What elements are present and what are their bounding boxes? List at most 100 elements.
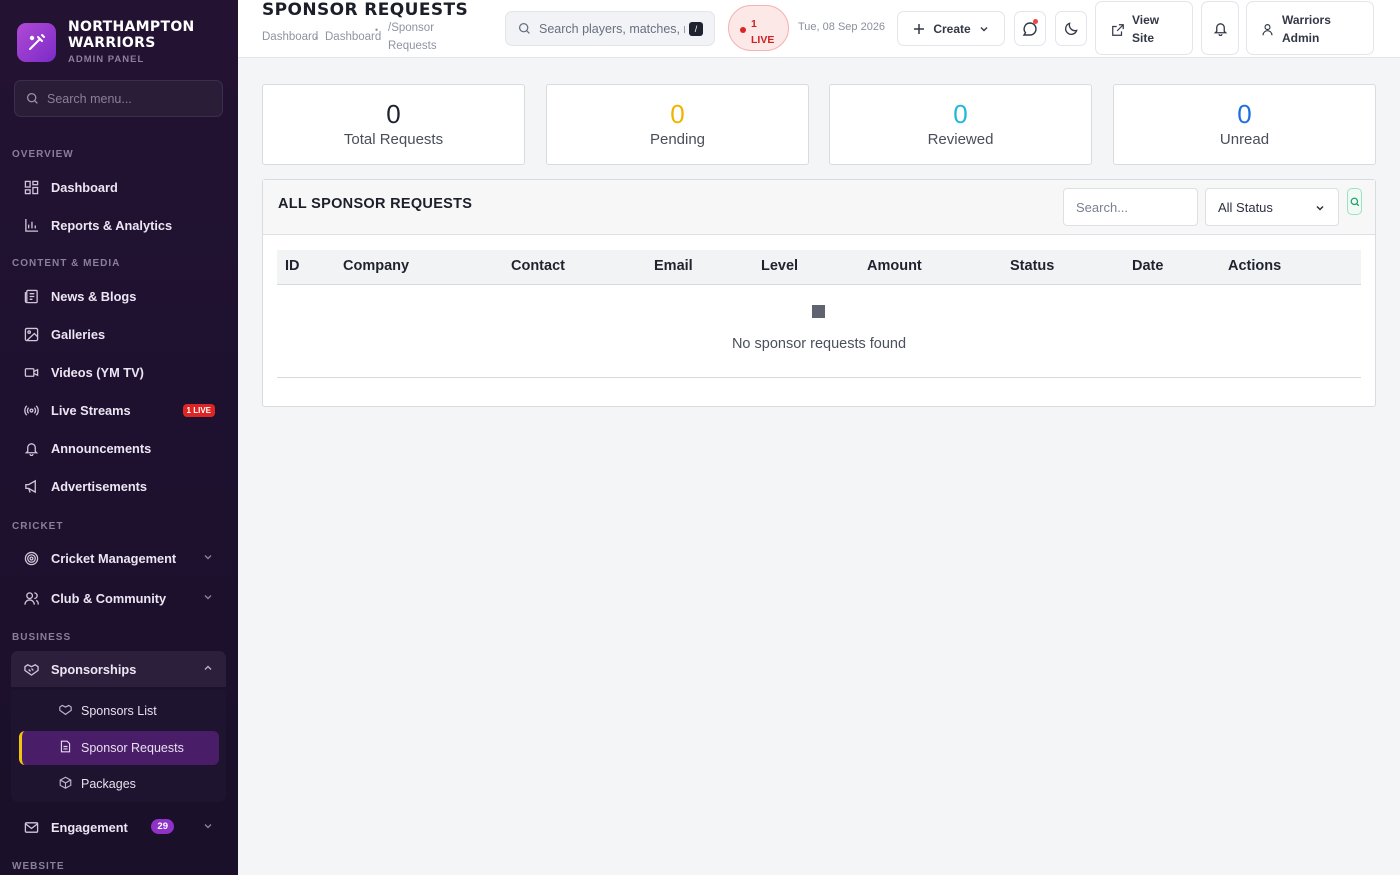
sidebar-item-label: Sponsorships <box>51 661 137 677</box>
sidebar-item-live-streams[interactable]: Live Streams 1 LIVE <box>11 392 226 428</box>
chevron-down-icon <box>204 555 212 560</box>
stat-card-reviewed: 0 Reviewed <box>829 84 1092 165</box>
breadcrumb-current-line2: Requests <box>388 40 437 52</box>
user-icon <box>1262 24 1273 36</box>
newspaper-icon <box>23 288 40 305</box>
broadcast-icon <box>23 402 40 419</box>
column-header-email[interactable]: Email <box>654 258 693 274</box>
bell-icon <box>1213 22 1227 36</box>
column-header-company[interactable]: Company <box>343 258 409 274</box>
live-streams-badge: 1 LIVE <box>182 404 215 417</box>
image-icon <box>23 326 40 343</box>
column-header-status[interactable]: Status <box>1010 258 1054 274</box>
live-indicator[interactable]: 1 LIVE <box>728 5 789 51</box>
sidebar-item-sponsorships[interactable]: Sponsorships <box>11 651 226 687</box>
table-search-button[interactable] <box>1347 188 1362 215</box>
messages-button[interactable] <box>1014 11 1046 46</box>
brand-name-line1: NORTHAMPTON <box>68 19 195 35</box>
column-header-contact[interactable]: Contact <box>511 258 565 274</box>
sidebar-item-announcements[interactable]: Announcements <box>11 430 226 466</box>
stat-value-pending: 0 <box>670 99 685 129</box>
live-label: LIVE <box>751 34 775 46</box>
sidebar-item-videos[interactable]: Videos (YM TV) <box>11 354 226 390</box>
brand[interactable]: NORTHAMPTON WARRIORS ADMIN PANEL <box>0 0 238 68</box>
column-header-level[interactable]: Level <box>761 258 798 274</box>
sidebar-item-club-community[interactable]: Club & Community <box>11 580 226 616</box>
card-header: ALL SPONSOR REQUESTS Search... All Statu… <box>263 180 1375 235</box>
sidebar-item-reports[interactable]: Reports & Analytics <box>11 207 226 243</box>
document-icon <box>60 740 71 753</box>
column-header-amount[interactable]: Amount <box>867 258 922 274</box>
menu-search-placeholder: Search menu... <box>47 91 132 106</box>
stat-label-pending: Pending <box>649 131 706 148</box>
grid-icon <box>23 179 40 196</box>
stat-card-pending: 0 Pending <box>546 84 809 165</box>
view-site-button[interactable]: View Site <box>1095 1 1193 55</box>
sidebar-subitem-sponsor-requests[interactable]: Sponsor Requests <box>19 731 219 765</box>
view-site-label-line1: View <box>1132 13 1160 27</box>
global-search-input[interactable]: Search players, matches, n / <box>505 11 715 46</box>
handshake-icon <box>59 704 72 716</box>
card-title: ALL SPONSOR REQUESTS <box>278 196 473 212</box>
chevron-down-icon <box>980 26 988 31</box>
search-shortcut-key: / <box>689 22 703 36</box>
brand-subtitle: ADMIN PANEL <box>68 54 145 65</box>
sidebar-item-label: Engagement <box>51 819 128 835</box>
sidebar-subitem-sponsors-list[interactable]: Sponsors List <box>19 694 219 728</box>
stat-value-reviewed: 0 <box>953 99 968 129</box>
chevron-down-icon <box>204 824 212 829</box>
sidebar-item-label: Announcements <box>51 440 152 456</box>
bell-icon <box>23 440 40 457</box>
create-button-label: Create <box>933 21 971 36</box>
section-overview: OVERVIEW <box>12 149 74 160</box>
sidebar-item-label: News & Blogs <box>51 288 137 304</box>
status-filter-select[interactable]: All Status <box>1205 188 1339 226</box>
theme-toggle-button[interactable] <box>1055 11 1087 46</box>
sidebar-item-engagement[interactable]: Engagement 29 <box>11 809 226 845</box>
sidebar-item-label: Advertisements <box>51 478 148 494</box>
breadcrumb-dashboard-2[interactable]: Dashboard <box>325 31 381 43</box>
users-icon <box>23 590 40 607</box>
table-search-input[interactable]: Search... <box>1063 188 1198 226</box>
notifications-button[interactable] <box>1201 1 1239 55</box>
live-count: 1 <box>751 18 757 30</box>
create-button[interactable]: Create <box>897 11 1005 46</box>
sidebar-subitem-packages[interactable]: Packages <box>19 767 219 801</box>
menu-search-input[interactable]: Search menu... <box>14 80 223 117</box>
moon-icon <box>1064 22 1078 35</box>
search-icon <box>26 92 38 104</box>
sidebar: NORTHAMPTON WARRIORS ADMIN PANEL Search … <box>0 0 238 875</box>
breadcrumb-dashboard[interactable]: Dashboard <box>262 31 318 43</box>
bar-chart-icon <box>23 217 40 234</box>
sidebar-item-label: Galleries <box>51 326 106 342</box>
global-search-placeholder: Search players, matches, n <box>539 21 685 36</box>
stat-card-unread: 0 Unread <box>1113 84 1376 165</box>
external-link-icon <box>1112 24 1124 36</box>
sidebar-item-label: Live Streams <box>51 402 131 418</box>
stat-card-total: 0 Total Requests <box>262 84 525 165</box>
column-header-id[interactable]: ID <box>285 258 300 274</box>
empty-state-message: No sponsor requests found <box>731 336 907 352</box>
section-cricket: CRICKET <box>12 521 64 532</box>
sidebar-item-news[interactable]: News & Blogs <box>11 278 226 314</box>
mail-icon <box>23 819 40 836</box>
user-name-line2: Admin <box>1282 31 1320 45</box>
sponsorships-submenu: Sponsors List Sponsor Requests Packages <box>11 690 226 802</box>
handshake-icon <box>23 661 40 678</box>
sidebar-item-dashboard[interactable]: Dashboard <box>11 169 226 205</box>
sidebar-item-galleries[interactable]: Galleries <box>11 316 226 352</box>
chevron-up-icon <box>204 665 212 670</box>
user-menu-button[interactable]: Warriors Admin <box>1246 1 1374 55</box>
view-site-label-line2: Site <box>1132 31 1155 45</box>
stat-value-total: 0 <box>386 99 401 129</box>
column-header-date[interactable]: Date <box>1132 258 1163 274</box>
sidebar-item-cricket-management[interactable]: Cricket Management <box>11 540 226 576</box>
video-camera-icon <box>23 364 40 381</box>
sidebar-item-label: Dashboard <box>51 179 118 195</box>
top-header: SPONSOR REQUESTS Dashboard • Dashboard •… <box>238 0 1400 58</box>
sidebar-subitem-label: Packages <box>81 777 136 791</box>
current-date: Tue, 08 Sep 2026 <box>798 21 886 33</box>
sidebar-item-advertisements[interactable]: Advertisements <box>11 468 226 504</box>
megaphone-icon <box>23 478 40 495</box>
stat-label-total: Total Requests <box>343 131 444 148</box>
